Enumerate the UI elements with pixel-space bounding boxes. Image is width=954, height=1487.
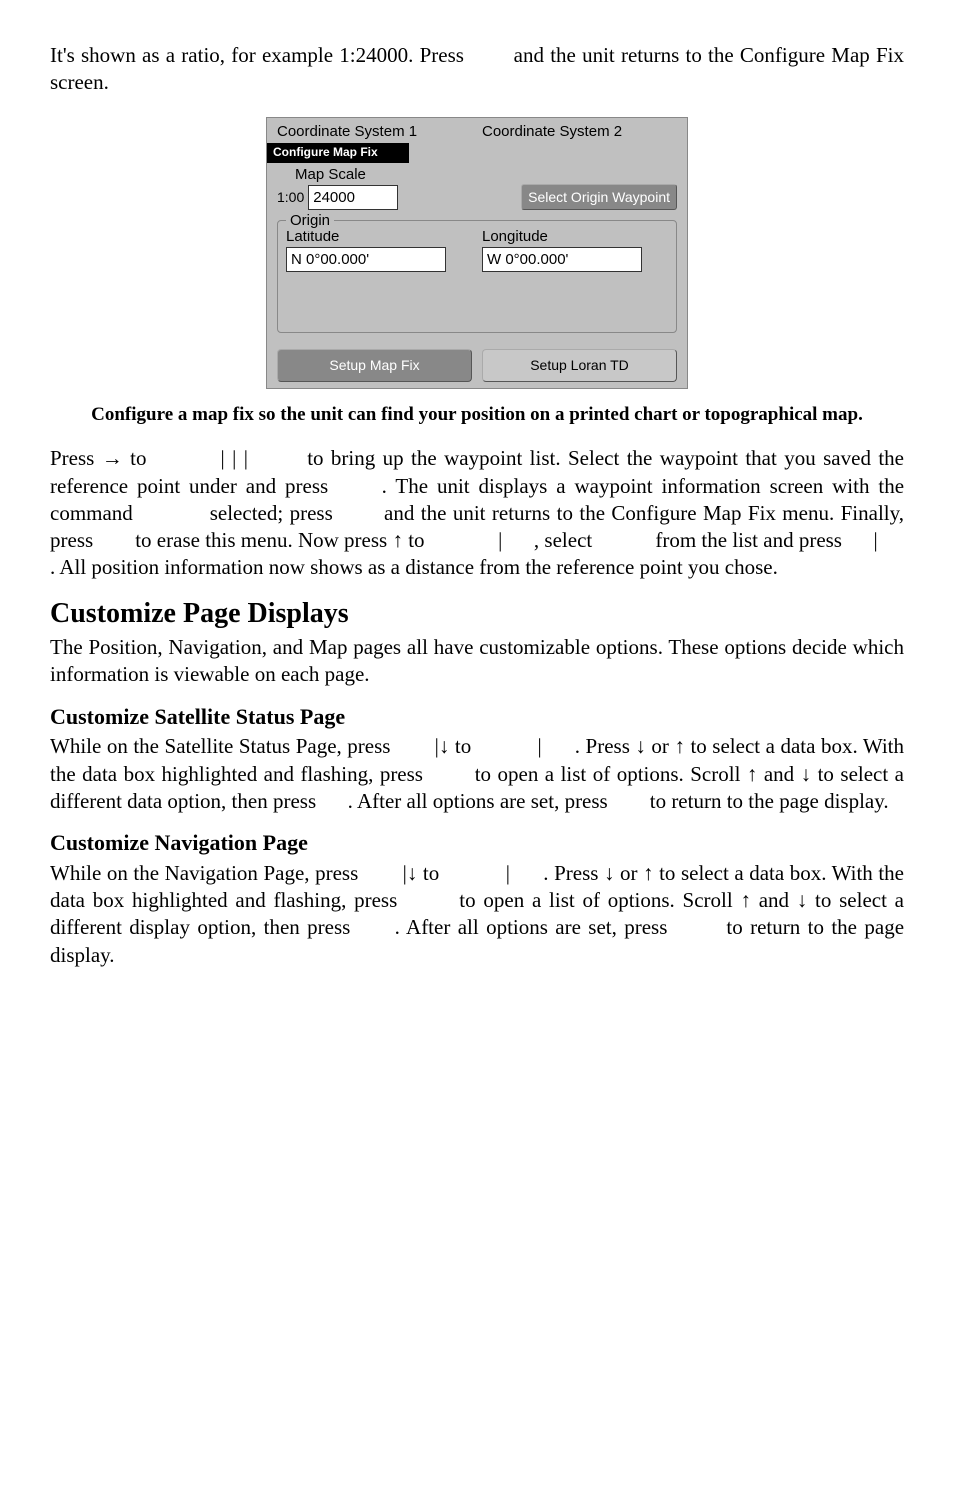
latitude-input[interactable]: N 0°00.000' [286,247,446,273]
coord-system-1-label: Coordinate System 1 [277,122,472,142]
navigation-paragraph: While on the Navigation Page, press |↓ t… [50,860,904,969]
coord-system-2-label: Coordinate System 2 [482,122,677,142]
sat-g: to return to the page display. [650,789,889,813]
map-scale-label: Map Scale [295,165,687,185]
configure-map-fix-dialog: Coordinate System 1 Coordinate System 2 … [266,117,688,389]
p2-i: . All position information now shows as … [50,555,778,579]
p2-g: , select [534,528,598,552]
p2-f: to erase this menu. Now press ↑ to [135,528,430,552]
p2-a: Press → to [50,446,154,470]
p2-h: from the list and press [655,528,847,552]
sat-f: . After all options are set, press [348,789,613,813]
sat-a: While on the Satellite Status Page, pres… [50,734,396,758]
sat-b: |↓ to [435,734,477,758]
p2-bar2: | [498,528,502,552]
setup-loran-td-button[interactable]: Setup Loran TD [482,349,677,381]
setup-map-fix-button[interactable]: Setup Map Fix [277,349,472,381]
intro-paragraph: It's shown as a ratio, for example 1:240… [50,42,904,97]
p2-d: selected; press [210,501,339,525]
waypoint-paragraph: Press → to | | | to bring up the waypoin… [50,445,904,581]
dialog-title: Configure Map Fix [267,143,409,163]
nav-c: | [506,861,510,885]
scale-prefix: 1:00 [277,188,304,206]
origin-legend: Origin [286,211,334,231]
nav-a: While on the Navigation Page, press [50,861,364,885]
p2-bars: | | | [221,446,248,470]
customize-navigation-heading: Customize Navigation Page [50,829,904,858]
origin-fieldset: Origin Latitude Longitude N 0°00.000' W … [277,220,677,333]
p2-bar3: | [874,528,878,552]
nav-f: . After all options are set, press [395,915,675,939]
satellite-paragraph: While on the Satellite Status Page, pres… [50,733,904,815]
intro-text-1: It's shown as a ratio, for example 1:240… [50,43,470,67]
customize-satellite-heading: Customize Satellite Status Page [50,703,904,732]
customize-intro-paragraph: The Position, Navigation, and Map pages … [50,634,904,689]
select-origin-waypoint-button[interactable]: Select Origin Waypoint [521,184,677,210]
longitude-label: Longitude [482,227,668,247]
sat-c: | [537,734,541,758]
figure-caption: Configure a map fix so the unit can find… [77,403,877,428]
nav-b: |↓ to [403,861,445,885]
map-scale-input[interactable]: 24000 [308,185,398,211]
longitude-input[interactable]: W 0°00.000' [482,247,642,273]
customize-page-displays-heading: Customize Page Displays [50,596,904,632]
